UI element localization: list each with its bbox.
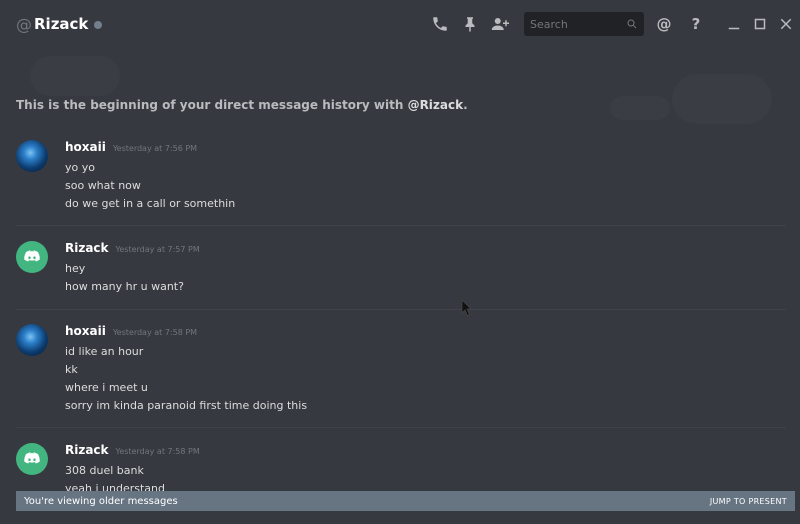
at-symbol: @ [16, 14, 32, 34]
search-placeholder: Search [530, 17, 568, 31]
message-line: yeah i understand [65, 482, 165, 491]
intro-suffix: . [463, 98, 468, 112]
message-author[interactable]: Rizack [65, 241, 109, 255]
intro-mention: @Rizack [407, 98, 464, 112]
message-line: hey [65, 262, 86, 275]
watermark-shape [610, 96, 670, 120]
message-timestamp: Yesterday at 7:56 PM [112, 144, 198, 153]
header-toolbar: Search @ ? [430, 0, 800, 48]
watermark-shape [672, 74, 772, 124]
intro-text: This is the beginning of your direct mes… [16, 98, 408, 112]
message-line: yo yo [65, 161, 95, 174]
message-timestamp: Yesterday at 7:57 PM [115, 245, 200, 254]
help-icon[interactable]: ? [686, 14, 706, 34]
message-divider [16, 427, 786, 428]
older-messages-bar: You're viewing older messages JUMP TO PR… [16, 491, 795, 511]
message-line: soo what now [65, 179, 141, 192]
message-author[interactable]: hoxaii [65, 140, 106, 154]
message-line: kk [65, 363, 78, 376]
maximize-icon[interactable] [750, 14, 770, 34]
message-group: hoxaii Yesterday at 7:56 PM yo yo soo wh… [16, 140, 786, 210]
discord-logo-icon [24, 452, 40, 464]
dm-history-intro: This is the beginning of your direct mes… [16, 98, 468, 112]
add-friend-icon[interactable] [490, 14, 510, 34]
message-line: how many hr u want? [65, 280, 184, 293]
close-icon[interactable] [776, 14, 796, 34]
discord-logo-icon [24, 250, 40, 262]
message-line: where i meet u [65, 381, 148, 394]
channel-header: @ Rizack Search @ ? [0, 0, 800, 48]
minimize-icon[interactable] [724, 14, 744, 34]
phone-icon[interactable] [430, 14, 450, 34]
avatar[interactable] [16, 443, 48, 475]
mouse-cursor-icon [461, 299, 472, 317]
dm-recipient-name[interactable]: Rizack [34, 15, 88, 33]
watermark-shape [30, 56, 120, 96]
message-timestamp: Yesterday at 7:58 PM [112, 328, 198, 337]
message-group: Rizack Yesterday at 7:58 PM 308 duel ban… [16, 443, 786, 491]
search-input[interactable]: Search [524, 12, 644, 36]
mention-icon[interactable]: @ [654, 14, 674, 34]
status-indicator [94, 20, 103, 29]
message-group: hoxaii Yesterday at 7:58 PM id like an h… [16, 324, 786, 414]
message-author[interactable]: Rizack [65, 443, 109, 457]
older-messages-text: You're viewing older messages [24, 495, 178, 507]
message-author[interactable]: hoxaii [65, 324, 106, 338]
message-line: sorry im kinda paranoid first time doing… [65, 399, 308, 412]
avatar[interactable] [16, 140, 48, 172]
avatar[interactable] [16, 241, 48, 273]
message-group: Rizack Yesterday at 7:57 PM hey how many… [16, 241, 786, 297]
pin-icon[interactable] [460, 14, 480, 34]
message-divider [16, 225, 786, 226]
jump-to-present-button[interactable]: JUMP TO PRESENT [710, 497, 787, 506]
message-divider [16, 309, 786, 310]
message-line: id like an hour [65, 345, 144, 358]
message-line: do we get in a call or somethin [65, 197, 236, 210]
message-timestamp: Yesterday at 7:58 PM [115, 447, 200, 456]
message-line: 308 duel bank [65, 464, 144, 477]
search-icon [627, 19, 637, 29]
avatar[interactable] [16, 324, 48, 356]
